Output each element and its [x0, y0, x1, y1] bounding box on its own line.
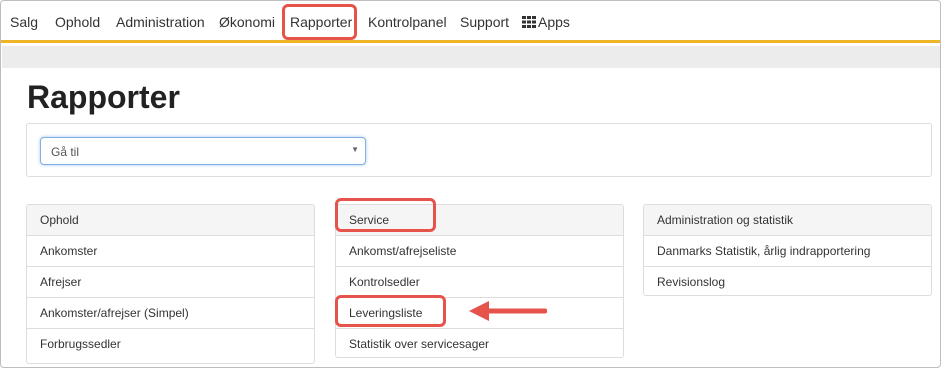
report-link-kontrolsedler[interactable]: Kontrolsedler: [336, 267, 623, 298]
report-link-ankomster-afrejser-simpel[interactable]: Ankomster/afrejser (Simpel): [27, 298, 314, 329]
nav-item-salg[interactable]: Salg: [10, 13, 38, 31]
panel-heading: Ophold: [27, 205, 314, 236]
goto-select[interactable]: Gå til ▼: [40, 137, 366, 165]
report-link-forbrugssedler[interactable]: Forbrugssedler: [27, 329, 314, 360]
report-link-revisionslog[interactable]: Revisionslog: [644, 267, 931, 295]
nav-item-support[interactable]: Support: [460, 13, 509, 31]
panel-heading: Administration og statistik: [644, 205, 931, 236]
nav-item-apps[interactable]: Apps: [522, 13, 570, 31]
rapporter-highlight-box: [282, 4, 357, 40]
header-band: [2, 46, 940, 68]
nav-item-ophold[interactable]: Ophold: [55, 13, 100, 31]
report-link-ankomst-afrejseliste[interactable]: Ankomst/afrejseliste: [336, 236, 623, 267]
report-link-statistik-servicesager[interactable]: Statistik over servicesager: [336, 329, 623, 357]
page-title: Rapporter: [27, 79, 180, 115]
caret-down-icon: ▼: [351, 145, 359, 154]
arrow-left-icon: [469, 301, 547, 321]
nav-item-okonomi[interactable]: Økonomi: [219, 13, 275, 31]
report-link-danmarks-statistik[interactable]: Danmarks Statistik, årlig indrapporterin…: [644, 236, 931, 267]
panel-ophold: Ophold Ankomster Afrejser Ankomster/afre…: [26, 204, 315, 364]
leveringsliste-highlight-box: [335, 295, 446, 327]
report-link-ankomster[interactable]: Ankomster: [27, 236, 314, 267]
service-highlight-box: [335, 198, 436, 232]
goto-select-value: Gå til: [51, 145, 80, 159]
app-window: Salg Ophold Administration Økonomi Rappo…: [0, 0, 941, 368]
panel-administration: Administration og statistik Danmarks Sta…: [643, 204, 932, 296]
nav-item-administration[interactable]: Administration: [116, 13, 205, 31]
apps-label: Apps: [538, 14, 570, 30]
top-navigation: Salg Ophold Administration Økonomi Rappo…: [1, 1, 940, 43]
grid-icon: [522, 16, 536, 28]
report-link-afrejser[interactable]: Afrejser: [27, 267, 314, 298]
nav-item-kontrolpanel[interactable]: Kontrolpanel: [368, 13, 447, 31]
goto-panel: Gå til ▼: [26, 123, 932, 177]
